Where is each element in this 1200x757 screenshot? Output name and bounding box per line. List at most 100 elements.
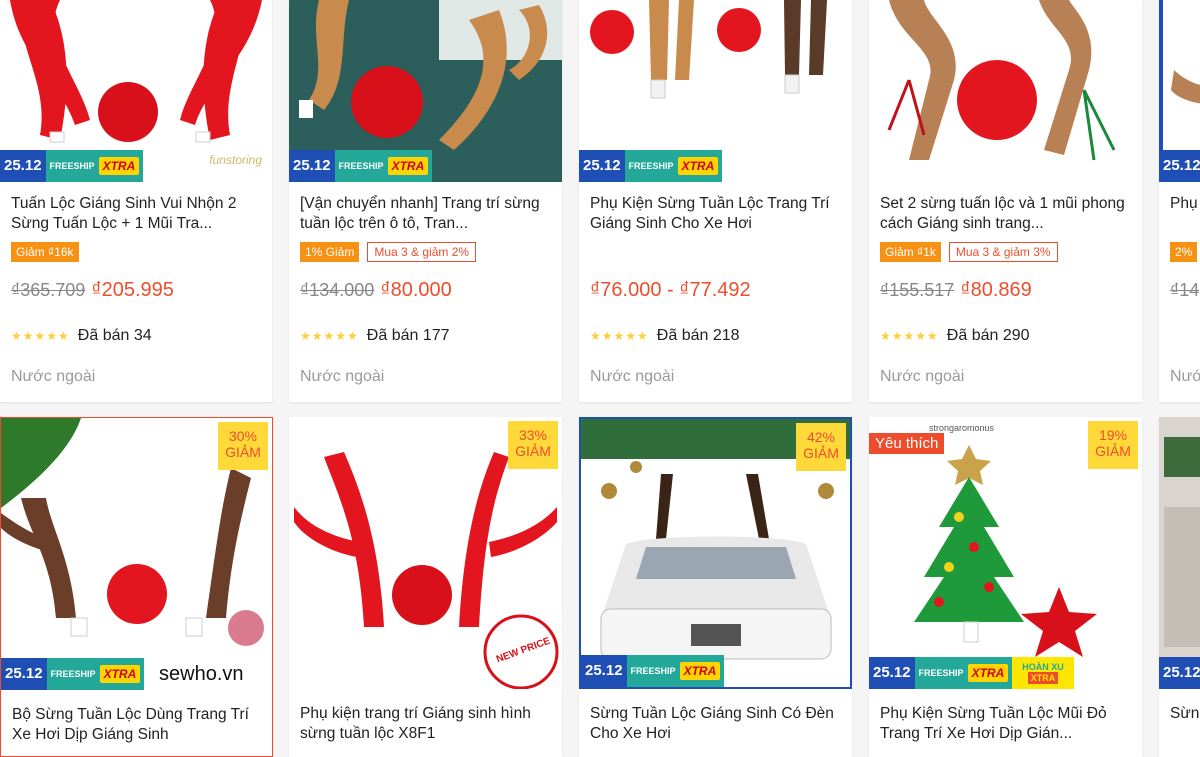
freeship-badge: FREESHIP XTRA [334,150,433,182]
product-card[interactable]: 33% GIẢM NEW PRICE Phụ kiện trang trí Giá… [289,417,562,757]
sold-count: Đã bán 34 [77,327,152,344]
rating: ★★★★★ Đã bán 290 [880,327,1030,345]
discount-badge: 33% GIẢM [508,421,558,469]
price: ₫76.000 - ₫77.492 [590,279,751,302]
freeship-badge: FREESHIP XTRA [46,658,145,690]
product-image[interactable]: 33% GIẢM NEW PRICE [289,417,562,689]
product-card[interactable]: 42% GIẢM 25.12 FREESHIP XTRA Sừng Tuần Lộc… [579,417,852,757]
price: ₫134.000 ₫80.000 [300,279,452,302]
sold-count: Đã bán 290 [946,327,1030,344]
rating: ★★★★★ Đã bán 177 [300,327,450,345]
product-title[interactable]: Sừng Tuần Lộc Giáng Sinh Có Đèn Cho Xe H… [590,704,842,744]
promo-strip: 25.12 [1159,150,1200,182]
current-price: ₫80.869 [960,279,1032,301]
product-card[interactable]: 30% GIẢM sewho.vn 25.12 FREESHIP XTRA Bộ S… [0,417,273,757]
location: Nước [1170,368,1200,385]
discount-tag: 2% [1170,242,1198,262]
current-price: ₫80.000 [380,279,452,301]
promo-strip: 25.12 FREESHIP XTRA [579,150,723,182]
product-title[interactable]: [Vận chuyển nhanh] Trang trí sừng tuần l… [300,194,552,234]
product-image[interactable]: 30% GIẢM sewho.vn 25.12 FREESHIP XTRA [1,418,272,690]
product-title[interactable]: Bộ Sừng Tuần Lộc Dùng Trang Trí Xe Hơi D… [12,705,262,745]
building-image [1159,417,1200,689]
promo-strip: 25.12 FREESHIP XTRA [581,655,725,687]
product-title[interactable]: Phụ Tran [1170,194,1200,234]
price: ₫14 [1170,279,1200,302]
tags: Giảm ₫16k [11,242,79,262]
date-badge: 25.12 [579,150,625,182]
current-price: ₫205.995 [91,279,174,301]
price: ₫155.517 ₫80.869 [880,279,1032,302]
freeship-badge: FREESHIP XTRA [914,657,1013,689]
product-title[interactable]: Set 2 sừng tuấn lộc và 1 mũi phong cách … [880,194,1132,234]
star-rating-icon: ★★★★★ [11,329,70,343]
product-image[interactable]: 25.12 FREESHIP XTRA [289,0,562,182]
location: Nước ngoài [300,368,385,385]
bundle-deal-tag: Mua 3 & giảm 3% [948,242,1058,262]
date-badge: 25.12 [1159,150,1200,182]
promo-strip: 25.12 FREESHIP XTRA [289,150,433,182]
product-image[interactable]: 25.12 FREESHIP XTRA [579,0,852,182]
freeship-badge: FREESHIP XTRA [45,150,144,182]
rating: ★★★★★ Đã bán 218 [590,327,740,345]
freeship-badge: FREESHIP XTRA [626,655,725,687]
promo-strip: 25.12 FREESHIP XTRA HOÀN XU XTRA [869,657,1074,689]
discount-badge: 19% GIẢM [1088,421,1138,469]
product-title[interactable]: Tuấn Lộc Giáng Sinh Vui Nhộn 2 Sừng Tuấn… [11,194,262,234]
rating: ★★★★★ Đã bán 34 [11,327,152,345]
favorite-badge: Yêu thích [869,433,945,454]
old-price: ₫14 [1170,280,1200,300]
date-badge: 25.12 [289,150,335,182]
product-card[interactable]: funstoring 25.12 FREESHIP XTRA Tuấn Lộc G… [0,0,272,402]
discount-tag: 1% Giảm [300,242,360,262]
location: Nước ngoài [11,368,96,385]
old-price: ₫155.517 [880,280,955,300]
product-card[interactable]: Set 2 sừng tuấn lộc và 1 mũi phong cách … [869,0,1142,402]
watermark: sewho.vn [159,663,244,685]
product-image[interactable]: strongaromonus Yêu thích 19% GIẢM 25.12 F… [869,417,1142,689]
product-image[interactable] [869,0,1142,182]
product-card[interactable]: 25.12 FREESHIP XTRA Phụ Kiện Sừng Tuần Lộ… [579,0,852,402]
sold-count: Đã bán 177 [366,327,450,344]
product-title[interactable]: Phụ kiện trang trí Giáng sinh hình sừng … [300,704,552,744]
product-title[interactable]: Phụ Kiện Sừng Tuần Lộc Mũi Đỏ Trang Trí … [880,704,1132,744]
star-rating-icon: ★★★★★ [300,329,359,343]
product-title[interactable]: Phụ Kiện Sừng Tuần Lộc Trang Trí Giáng S… [590,194,842,234]
product-card[interactable]: strongaromonus Yêu thích 19% GIẢM 25.12 F… [869,417,1142,757]
discount-tag: Giảm ₫16k [11,242,79,262]
product-card[interactable]: 25.12 Phụ Tran 2% ₫14 Nước [1159,0,1200,402]
promo-strip: 25.12 [1159,657,1200,689]
location: Nước ngoài [880,368,965,385]
sold-count: Đã bán 218 [656,327,740,344]
coin-cashback-badge: HOÀN XU XTRA [1012,657,1074,689]
date-badge: 25.12 [581,655,627,687]
watermark: funstoring [209,153,262,167]
product-card[interactable]: 25.12 FREESHIP XTRA [Vận chuyển nhanh] Tr… [289,0,562,402]
product-card[interactable]: 25.12 Sừn [1159,417,1200,757]
antlers-image [887,0,1116,161]
location: Nước ngoài [590,368,675,385]
promo-strip: 25.12 FREESHIP XTRA [1,658,145,690]
product-image[interactable]: 25.12 [1159,0,1200,182]
product-image[interactable]: 25.12 [1159,417,1200,689]
product-image[interactable]: 42% GIẢM 25.12 FREESHIP XTRA [579,417,852,689]
discount-badge: 30% GIẢM [218,422,268,470]
current-price: ₫76.000 - ₫77.492 [590,279,751,301]
freeship-badge: FREESHIP XTRA [624,150,723,182]
product-title[interactable]: Sừn [1170,704,1200,744]
watermark: strongaromonus [929,423,995,433]
star-rating-icon: ★★★★★ [880,329,939,343]
bundle-deal-tag: Mua 3 & giảm 2% [367,242,477,262]
price: ₫365.709 ₫205.995 [11,279,174,302]
discount-badge: 42% GIẢM [796,423,846,471]
star-rating-icon: ★★★★★ [590,329,649,343]
product-image[interactable]: funstoring 25.12 FREESHIP XTRA [0,0,272,182]
tags: 1% Giảm Mua 3 & giảm 2% [300,242,477,262]
tags: Giảm ₫1k Mua 3 & giảm 3% [880,242,1058,262]
old-price: ₫134.000 [300,280,375,300]
promo-strip: 25.12 FREESHIP XTRA [0,150,144,182]
date-badge: 25.12 [1159,657,1200,689]
discount-tag: Giảm ₫1k [880,242,941,262]
date-badge: 25.12 [869,657,915,689]
old-price: ₫365.709 [11,280,86,300]
